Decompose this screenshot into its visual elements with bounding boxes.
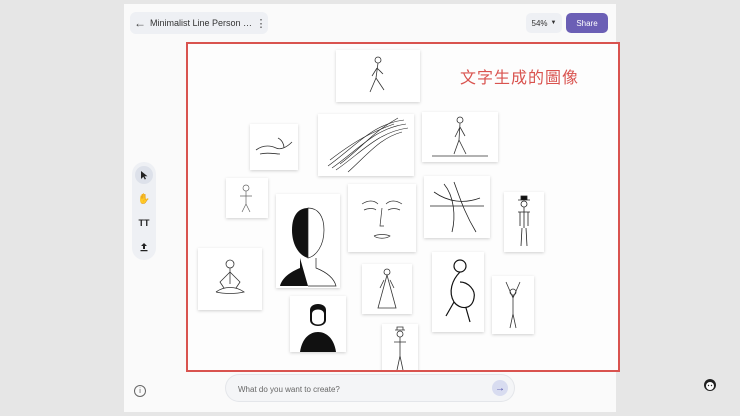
tool-palette: ✋ TT (132, 162, 156, 260)
text-tool[interactable]: TT (135, 214, 153, 232)
meditating-person-icon (215, 259, 245, 294)
caret-down-icon: ▼ (550, 20, 557, 26)
generated-image-man-silhouette[interactable] (290, 296, 346, 352)
man-with-hat-icon (518, 195, 530, 247)
upload-icon (140, 243, 148, 252)
man-silhouette-icon (300, 304, 336, 352)
generated-image-face-line[interactable] (348, 184, 416, 252)
upload-tool[interactable] (135, 238, 153, 256)
image-canvas[interactable]: 文字生成的圖像 (186, 42, 620, 372)
walking-person-icon (369, 56, 385, 93)
zoom-dropdown[interactable]: 54% ▼ (526, 13, 562, 33)
zoom-level: 54% (531, 18, 548, 28)
generated-image-arms-raised[interactable] (492, 276, 534, 334)
cursor-icon (141, 171, 148, 180)
watermark-logo (690, 378, 730, 412)
generated-image-swirl[interactable] (318, 114, 414, 176)
generated-image-woman-dress[interactable] (362, 264, 412, 314)
generated-image-walking-person[interactable] (336, 50, 420, 102)
kebab-menu-icon[interactable]: ⋮ (254, 17, 268, 30)
generated-image-standing-bottom[interactable] (382, 324, 418, 370)
generated-image-seated-figure[interactable] (432, 252, 484, 332)
seated-figure-icon (445, 259, 475, 323)
walking-man-icon (432, 116, 488, 157)
generated-image-abstract-curves[interactable] (424, 176, 490, 238)
swirl-lines-icon (327, 117, 409, 173)
select-tool[interactable] (135, 166, 153, 184)
face-line-art-icon (361, 200, 403, 239)
half-face-portrait-icon (280, 207, 337, 287)
app-window: ← Minimalist Line Person Dr... ⋮ 54% ▼ S… (124, 4, 620, 412)
prompt-input[interactable] (236, 380, 480, 398)
standing-figure-icon (394, 326, 406, 370)
generated-image-meditation[interactable] (198, 248, 262, 310)
small-figure-icon (240, 184, 252, 213)
title-bar: ← Minimalist Line Person Dr... ⋮ (130, 12, 268, 34)
project-title[interactable]: Minimalist Line Person Dr... (150, 18, 254, 28)
hand-tool[interactable]: ✋ (135, 190, 153, 208)
share-button[interactable]: Share (566, 13, 608, 33)
logo-face-icon (704, 379, 716, 391)
hands-icon (255, 137, 293, 155)
abstract-curves-icon (430, 181, 484, 233)
arrow-right-icon[interactable]: → (492, 380, 508, 396)
woman-in-dress-icon (377, 268, 397, 309)
text-icon: TT (138, 218, 150, 228)
generated-image-hands[interactable] (250, 124, 298, 170)
generated-image-small-figure[interactable] (226, 178, 268, 218)
generated-image-walking-man[interactable] (422, 112, 498, 162)
hand-icon: ✋ (137, 193, 151, 205)
info-icon[interactable]: i (134, 385, 146, 397)
annotation-label: 文字生成的圖像 (460, 68, 580, 87)
generated-image-man-hat[interactable] (504, 192, 544, 252)
arms-raised-icon (505, 281, 521, 329)
prompt-bar: → (226, 375, 514, 401)
arrow-left-icon[interactable]: ← (130, 16, 150, 30)
generated-image-half-face[interactable] (276, 194, 340, 288)
